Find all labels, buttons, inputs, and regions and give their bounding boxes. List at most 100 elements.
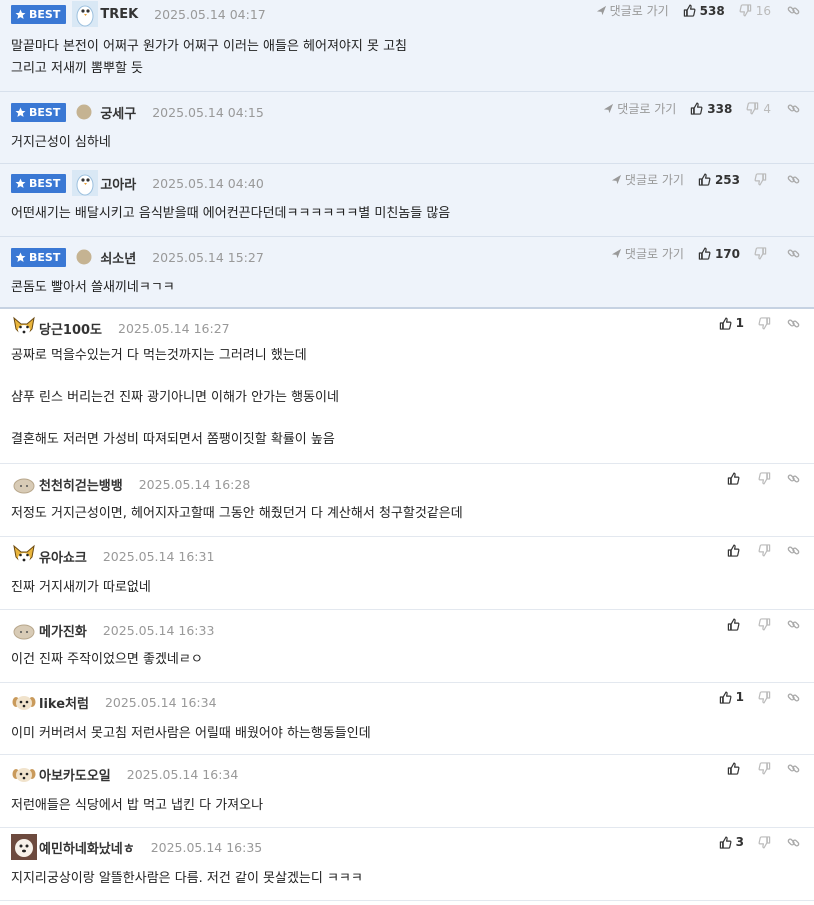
like-button[interactable]: 1 [719,316,744,330]
comment-header: 메가진화 2025.05.14 16:33 [11,620,214,640]
dislike-button[interactable] [758,618,771,631]
nickname[interactable]: 메가진화 [39,621,87,640]
dog-avatar[interactable] [11,315,37,341]
like-button[interactable] [727,618,744,631]
like-button[interactable]: 338 [690,102,732,116]
comment-actions: 댓글로 가기 253 [611,171,800,188]
best-badge: BEST [11,247,67,267]
like-count: 338 [707,101,733,116]
nickname[interactable]: 쇠소년 [100,248,136,267]
dislike-count: 4 [763,101,771,116]
comment-text: 저정도 거지근성이면, 헤어지자고할때 그동안 해줬던거 다 계산해서 청구할것… [11,503,463,525]
link-icon[interactable] [787,544,800,557]
dislike-button[interactable] [758,762,771,775]
nickname[interactable]: like처럼 [39,693,89,712]
dislike-button[interactable] [758,544,771,557]
comment-line: 샴푸 린스 버리는건 진짜 광기아니면 이해가 안가는 행동이네 [11,390,339,405]
link-icon[interactable] [787,173,800,186]
nickname[interactable]: 당근100도 [39,319,102,338]
comment-actions [727,544,800,557]
comment-line: 지지리궁상이랑 알뜰한사람은 다름. 저건 같이 못살겠는디 ㅋㅋㅋ [11,871,363,886]
comment-date: 2025.05.14 15:27 [152,249,264,265]
puppy-avatar[interactable] [11,761,37,787]
goto-reply-button[interactable]: 댓글로 가기 [603,100,676,117]
comment-date: 2025.05.14 04:15 [152,104,264,120]
like-button[interactable] [727,544,744,557]
dislike-button[interactable] [758,316,771,330]
nickname[interactable]: 예민하네화났네ㅎ [39,838,135,857]
nickname[interactable]: 궁세구 [100,103,136,122]
dislike-button[interactable] [758,835,771,849]
goto-reply-button[interactable]: 댓글로 가기 [611,245,684,262]
penguin-avatar[interactable] [72,1,99,27]
like-button[interactable]: 170 [698,247,740,261]
nickname[interactable]: TREK [100,7,138,22]
goto-reply-label: 댓글로 가기 [624,247,684,261]
dislike-button[interactable] [758,472,771,485]
link-icon[interactable] [787,317,800,330]
dog-avatar[interactable] [11,543,37,569]
link-icon[interactable] [787,247,800,260]
best-badge: BEST [11,173,67,193]
comment: 천천히걷는뱅뱅 2025.05.14 16:28 저정도 거지근성이면, 헤어지자고… [0,464,814,537]
comment-actions: 댓글로 가기 170 [611,245,800,262]
thumbs-down-icon [758,316,771,330]
puppy-avatar[interactable] [11,689,37,715]
dot-avatar[interactable] [72,99,98,125]
bun-avatar[interactable] [11,471,37,497]
comment-line: 저정도 거지근성이면, 헤어지자고할때 그동안 해줬던거 다 계산해서 청구할것… [11,506,463,521]
bun-avatar[interactable] [11,617,37,643]
penguin-avatar[interactable] [72,170,99,196]
thumbs-up-icon [698,247,711,260]
goto-reply-button[interactable]: 댓글로 가기 [611,171,684,188]
like-button[interactable] [727,762,744,775]
comment: 당근100도 2025.05.14 16:27 1 공짜로 먹을수있는거 다 먹는것까… [0,309,814,464]
link-icon[interactable] [787,618,800,631]
comment-header: 당근100도 2025.05.14 16:27 [11,315,230,341]
dislike-button[interactable] [758,690,771,704]
best-badge-label: BEST [29,105,61,119]
dislike-button[interactable]: 16 [739,4,771,18]
comment-header: BEST 궁세구 2025.05.14 04:15 [11,102,264,122]
comment-text: 이건 진짜 주작이었으면 좋겠네ㄹㅇ [11,649,203,671]
comment-header: BEST TREK 2025.05.14 04:17 [11,1,266,27]
comment-line: 저런애들은 식당에서 밥 먹고 냅킨 다 가져오나 [11,798,264,813]
thumbs-down-icon [758,835,771,849]
maltese-avatar[interactable] [11,834,37,860]
dislike-button[interactable]: 4 [746,102,771,116]
link-icon[interactable] [787,102,800,115]
link-icon[interactable] [787,836,800,849]
like-count: 1 [735,316,744,330]
comment-line: 콘돔도 빨아서 쓸새끼네ㅋㄱㅋ [11,280,175,295]
thumbs-up-icon [690,102,703,115]
comment-date: 2025.05.14 16:28 [138,476,251,492]
comment-header: 아보카도오일 2025.05.14 16:34 [11,764,238,784]
dislike-button[interactable] [754,247,771,260]
goto-reply-button[interactable]: 댓글로 가기 [596,2,669,19]
like-button[interactable]: 253 [698,173,740,187]
link-icon[interactable] [787,762,800,775]
thumbs-up-icon [727,544,740,557]
like-count: 170 [714,246,740,261]
comment-header: BEST 고아라 2025.05.14 04:40 [11,170,264,196]
dot-avatar[interactable] [72,244,98,270]
like-button[interactable]: 1 [719,690,744,704]
send-icon [603,103,614,114]
comment-actions: 댓글로 가기 538 16 [596,2,800,19]
nickname[interactable]: 천천히걷는뱅뱅 [39,475,123,494]
like-count: 1 [735,690,744,704]
comment-text: 진짜 거지새끼가 따로없네 [11,577,151,599]
comment-actions [727,618,800,631]
nickname[interactable]: 고아라 [100,174,136,193]
nickname[interactable]: 아보카도오일 [39,765,111,784]
comment-text: 지지리궁상이랑 알뜰한사람은 다름. 저건 같이 못살겠는디 ㅋㅋㅋ [11,868,363,890]
like-button[interactable] [727,472,744,485]
link-icon[interactable] [787,691,800,704]
dislike-button[interactable] [754,173,771,186]
comment-actions: 1 [719,316,800,330]
nickname[interactable]: 유아쇼크 [39,547,87,566]
link-icon[interactable] [787,4,800,17]
like-button[interactable]: 3 [719,835,744,849]
like-button[interactable]: 538 [683,4,725,18]
link-icon[interactable] [787,472,800,485]
